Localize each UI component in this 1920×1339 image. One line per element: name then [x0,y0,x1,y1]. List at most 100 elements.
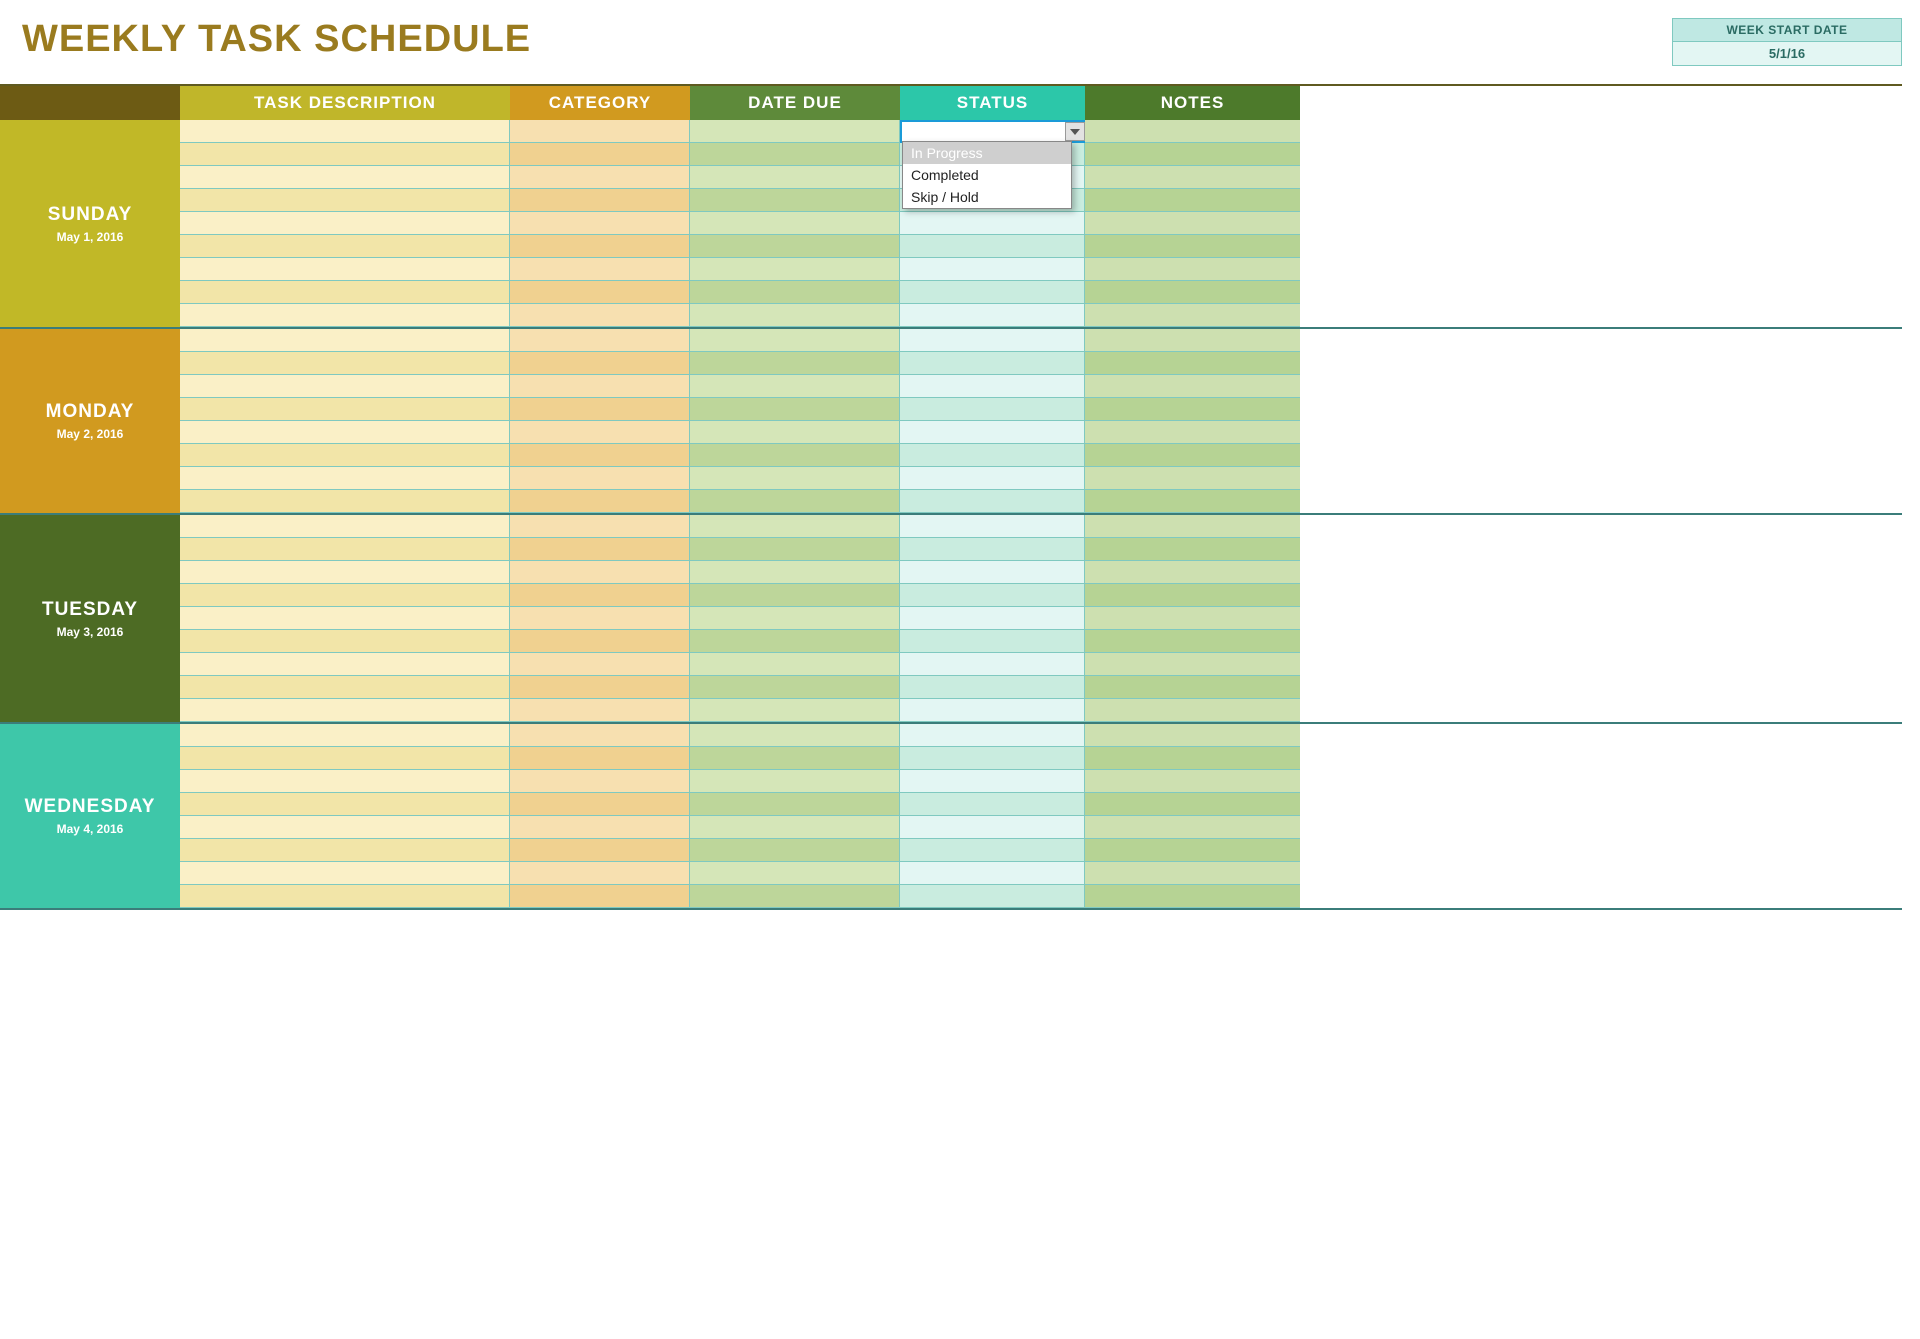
cell-due[interactable] [690,724,900,747]
cell-task[interactable] [180,839,510,862]
cell-stat[interactable] [900,212,1085,235]
cell-note[interactable] [1085,398,1300,421]
cell-note[interactable] [1085,538,1300,561]
cell-due[interactable] [690,862,900,885]
cell-cat[interactable] [510,839,690,862]
cell-task[interactable] [180,515,510,538]
cell-due[interactable] [690,189,900,212]
cell-cat[interactable] [510,862,690,885]
cell-cat[interactable] [510,561,690,584]
cell-task[interactable] [180,329,510,352]
cell-cat[interactable] [510,770,690,793]
cell-cat[interactable] [510,676,690,699]
cell-cat[interactable] [510,421,690,444]
cell-note[interactable] [1085,189,1300,212]
cell-note[interactable] [1085,816,1300,839]
cell-note[interactable] [1085,515,1300,538]
cell-task[interactable] [180,398,510,421]
cell-cat[interactable] [510,515,690,538]
cell-note[interactable] [1085,653,1300,676]
cell-stat[interactable] [900,699,1085,722]
week-start-value[interactable]: 5/1/16 [1673,42,1901,65]
cell-task[interactable] [180,653,510,676]
cell-stat[interactable] [900,258,1085,281]
cell-cat[interactable] [510,747,690,770]
cell-stat[interactable] [900,724,1085,747]
cell-due[interactable] [690,515,900,538]
cell-stat[interactable] [900,490,1085,513]
cell-stat[interactable] [900,329,1085,352]
status-dropdown[interactable]: In ProgressCompletedSkip / Hold [902,141,1072,209]
cell-stat[interactable] [900,398,1085,421]
cell-stat[interactable] [900,816,1085,839]
cell-stat[interactable] [900,793,1085,816]
cell-due[interactable] [690,490,900,513]
cell-task[interactable] [180,235,510,258]
cell-task[interactable] [180,607,510,630]
cell-due[interactable] [690,143,900,166]
cell-cat[interactable] [510,352,690,375]
cell-due[interactable] [690,770,900,793]
cell-cat[interactable] [510,189,690,212]
cell-cat[interactable] [510,885,690,908]
cell-cat[interactable] [510,538,690,561]
status-option[interactable]: Skip / Hold [903,186,1071,208]
cell-stat[interactable] [900,515,1085,538]
cell-task[interactable] [180,421,510,444]
cell-task[interactable] [180,676,510,699]
cell-task[interactable] [180,490,510,513]
cell-due[interactable] [690,421,900,444]
cell-task[interactable] [180,538,510,561]
cell-task[interactable] [180,143,510,166]
cell-stat[interactable] [900,653,1085,676]
cell-cat[interactable] [510,630,690,653]
cell-note[interactable] [1085,607,1300,630]
cell-note[interactable] [1085,467,1300,490]
cell-cat[interactable] [510,490,690,513]
cell-due[interactable] [690,375,900,398]
cell-due[interactable] [690,329,900,352]
cell-due[interactable] [690,699,900,722]
cell-cat[interactable] [510,444,690,467]
cell-cat[interactable] [510,143,690,166]
cell-due[interactable] [690,885,900,908]
cell-due[interactable] [690,839,900,862]
cell-note[interactable] [1085,212,1300,235]
cell-task[interactable] [180,375,510,398]
cell-note[interactable] [1085,120,1300,143]
cell-note[interactable] [1085,699,1300,722]
cell-note[interactable] [1085,885,1300,908]
cell-cat[interactable] [510,584,690,607]
cell-task[interactable] [180,630,510,653]
cell-due[interactable] [690,258,900,281]
cell-task[interactable] [180,166,510,189]
cell-note[interactable] [1085,676,1300,699]
cell-due[interactable] [690,281,900,304]
cell-note[interactable] [1085,724,1300,747]
cell-task[interactable] [180,885,510,908]
cell-due[interactable] [690,398,900,421]
cell-due[interactable] [690,352,900,375]
cell-note[interactable] [1085,166,1300,189]
cell-task[interactable] [180,444,510,467]
cell-due[interactable] [690,793,900,816]
cell-note[interactable] [1085,352,1300,375]
cell-task[interactable] [180,793,510,816]
cell-note[interactable] [1085,747,1300,770]
cell-note[interactable] [1085,444,1300,467]
cell-stat[interactable] [900,235,1085,258]
cell-note[interactable] [1085,630,1300,653]
cell-cat[interactable] [510,793,690,816]
dropdown-toggle-button[interactable] [1065,122,1085,141]
cell-note[interactable] [1085,143,1300,166]
cell-stat[interactable] [900,467,1085,490]
cell-due[interactable] [690,212,900,235]
cell-due[interactable] [690,584,900,607]
cell-cat[interactable] [510,699,690,722]
cell-note[interactable] [1085,235,1300,258]
cell-stat[interactable] [900,421,1085,444]
cell-stat[interactable] [900,676,1085,699]
cell-due[interactable] [690,561,900,584]
cell-due[interactable] [690,816,900,839]
cell-due[interactable] [690,120,900,143]
